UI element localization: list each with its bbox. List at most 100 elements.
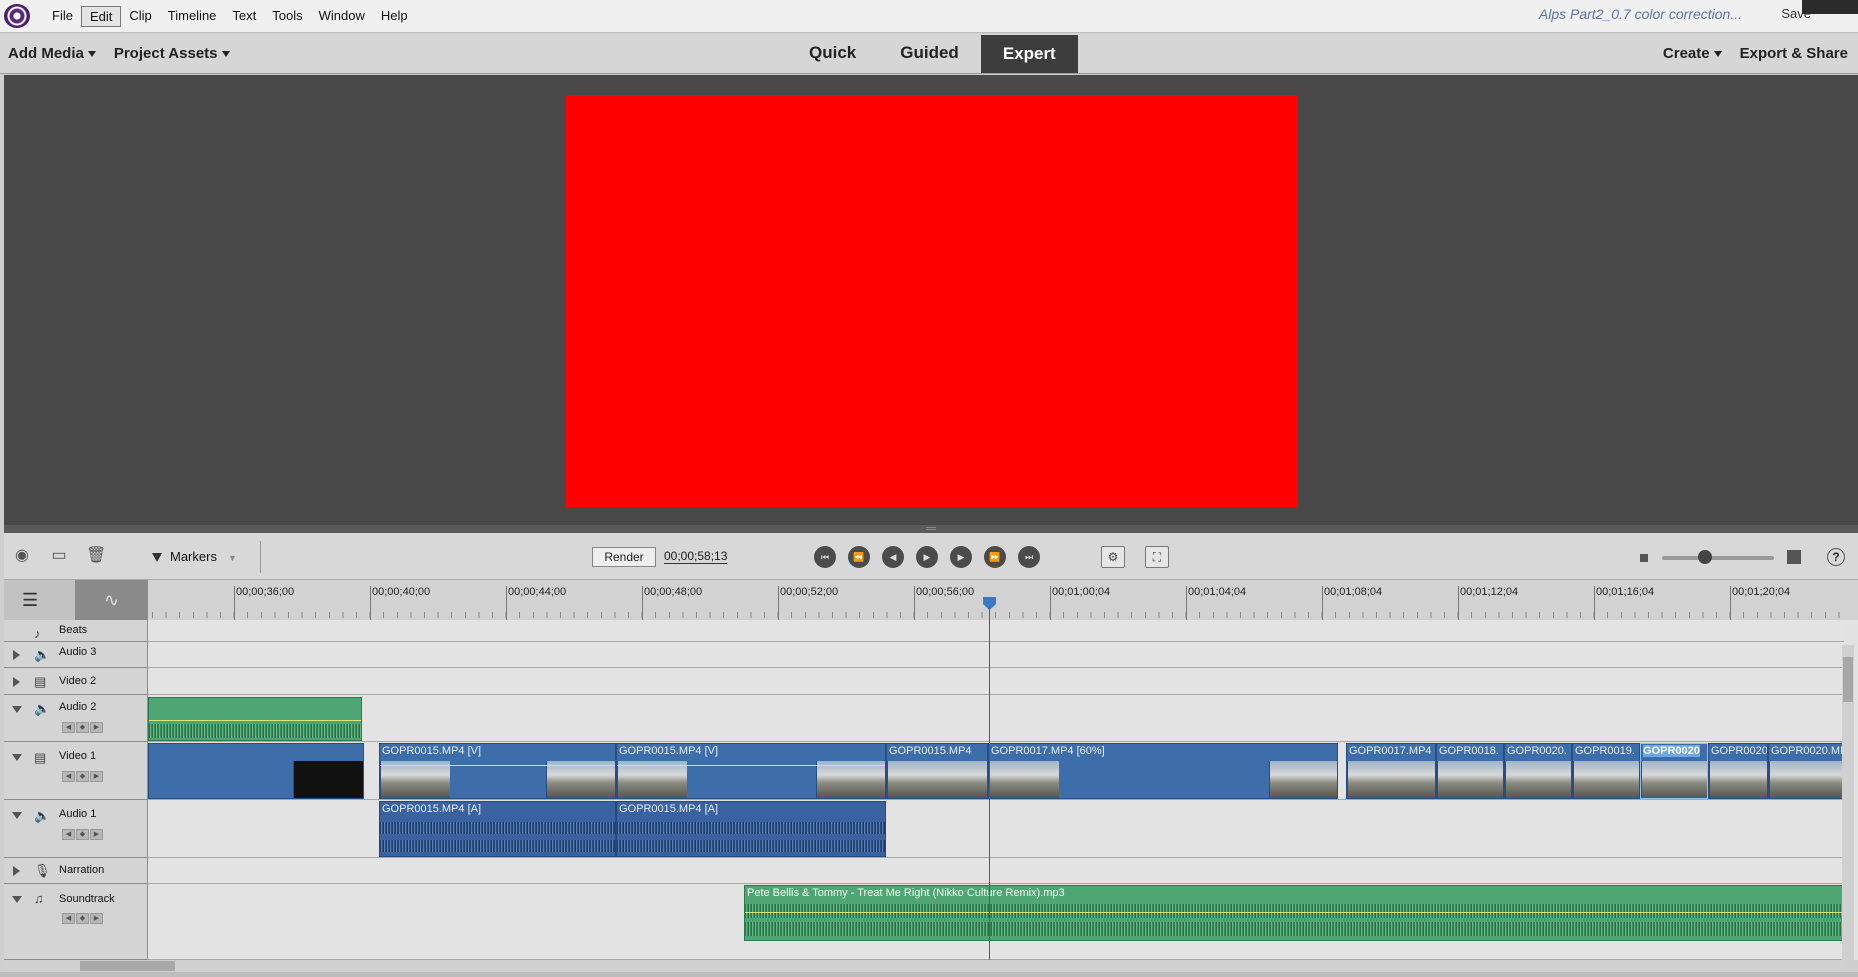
speaker-icon[interactable]: 🔈	[34, 701, 50, 717]
track-label: Audio 2	[59, 701, 97, 713]
camera-icon[interactable]: ◉	[12, 547, 32, 565]
film-icon[interactable]: ▤	[34, 674, 46, 690]
keyframe-controls[interactable]: ◀ ◆ ▶	[62, 829, 103, 840]
collapse-icon[interactable]	[12, 754, 22, 761]
mode-tabs: Quick Guided Expert	[787, 34, 1078, 74]
microphone-icon[interactable]: 🎙	[34, 863, 51, 879]
video-preview[interactable]	[566, 95, 1298, 507]
track-audio2[interactable]	[148, 695, 1844, 742]
step-forward-icon[interactable]: ▶	[950, 546, 972, 568]
track-audio3[interactable]	[148, 642, 1844, 668]
next-edit-icon[interactable]: ⏩	[984, 546, 1006, 568]
fullscreen-icon[interactable]: ⛶	[1145, 546, 1169, 568]
zoom-in-icon[interactable]	[1787, 550, 1801, 564]
audio-clip[interactable]: GOPR0015.MP4 [A]	[379, 801, 616, 857]
render-button[interactable]: Render	[592, 547, 656, 567]
zoom-out-icon[interactable]	[1640, 554, 1648, 562]
playhead[interactable]	[989, 606, 990, 960]
video-clip[interactable]: GOPR0017.MP4 [60%]	[988, 743, 1338, 799]
video-clip[interactable]: GOPR0020.MP4	[1768, 743, 1844, 799]
tab-guided[interactable]: Guided	[878, 34, 981, 72]
play-icon[interactable]: ▶	[916, 546, 938, 568]
expand-icon[interactable]	[13, 677, 20, 687]
video-clip[interactable]: GOPR0020	[1708, 743, 1768, 799]
video-clip-selected[interactable]: GOPR0020	[1640, 743, 1708, 799]
clip-thumbnail	[546, 761, 615, 798]
speaker-icon[interactable]: 🔈	[34, 647, 50, 663]
status-strip	[0, 972, 1858, 977]
minimize-icon[interactable]	[1802, 0, 1830, 14]
audio-waveform-icon[interactable]: ∿	[75, 580, 148, 620]
video-clip[interactable]: GOPR0015.MP4 [V]	[379, 743, 616, 799]
timecode-display[interactable]: 00;00;58;13	[664, 549, 728, 564]
video-clip[interactable]	[148, 743, 364, 799]
previous-edit-icon[interactable]: ⏪	[848, 546, 870, 568]
track-soundtrack[interactable]: Pete Bellis & Tommy - Treat Me Right (Ni…	[148, 884, 1844, 960]
track-video2[interactable]	[148, 668, 1844, 695]
vertical-scrollbar[interactable]	[1842, 645, 1854, 960]
music-note-icon[interactable]: ♫	[34, 891, 44, 906]
track-narration[interactable]	[148, 858, 1844, 884]
menu-file[interactable]: File	[44, 6, 81, 27]
markers-button[interactable]: Markers	[152, 549, 217, 564]
horizontal-scrollbar[interactable]	[4, 960, 1842, 972]
maximize-icon[interactable]	[1830, 0, 1858, 14]
track-header-audio3: 🔈 Audio 3	[4, 642, 148, 668]
timeline-header: ☰ ∿ 00;00;36;00 00;00;40;00 00;00;44;00 …	[4, 580, 1858, 620]
clip-name: GOPR0020.	[1507, 745, 1567, 757]
create-button[interactable]: Create	[1663, 45, 1722, 62]
project-assets-button[interactable]: Project Assets	[114, 45, 230, 62]
expand-icon[interactable]	[13, 650, 20, 660]
go-to-end-icon[interactable]: ⏭	[1018, 546, 1040, 568]
scrollbar-thumb[interactable]	[1843, 657, 1853, 702]
menu-text[interactable]: Text	[224, 6, 264, 27]
expand-icon[interactable]	[13, 866, 20, 876]
soundtrack-clip[interactable]: Pete Bellis & Tommy - Treat Me Right (Ni…	[744, 885, 1844, 941]
video-clip[interactable]: GOPR0015.MP4 [V]	[616, 743, 886, 799]
tab-expert[interactable]: Expert	[980, 35, 1078, 73]
collapse-icon[interactable]	[12, 706, 22, 713]
export-share-button[interactable]: Export & Share	[1740, 45, 1848, 62]
step-back-icon[interactable]: ◀	[882, 546, 904, 568]
add-media-button[interactable]: Add Media	[8, 45, 96, 62]
menu-timeline[interactable]: Timeline	[160, 6, 225, 27]
chevron-down-icon[interactable]: ▼	[228, 553, 237, 563]
speaker-icon[interactable]: 🔈	[34, 808, 50, 824]
video-clip[interactable]: GOPR0017.MP4	[1346, 743, 1436, 799]
zoom-slider[interactable]	[1662, 556, 1774, 560]
track-video1[interactable]: GOPR0015.MP4 [V] GOPR0015.MP4 [V] GOPR00…	[148, 742, 1844, 800]
menu-edit[interactable]: Edit	[80, 6, 122, 27]
help-icon[interactable]: ?	[1827, 548, 1845, 566]
keyframe-controls[interactable]: ◀ ◆ ▶	[62, 913, 103, 924]
collapse-icon[interactable]	[12, 812, 22, 819]
track-beats[interactable]	[148, 620, 1844, 642]
time-ruler[interactable]: 00;00;36;00 00;00;40;00 00;00;44;00 00;0…	[152, 580, 1844, 620]
menu-tools[interactable]: Tools	[264, 6, 310, 27]
video-clip[interactable]: GOPR0018.	[1436, 743, 1504, 799]
audio-clip[interactable]	[148, 697, 362, 741]
menu-clip[interactable]: Clip	[121, 6, 159, 27]
video-clip[interactable]: GOPR0019.	[1572, 743, 1640, 799]
music-note-icon: ♪	[34, 626, 41, 641]
freeze-frame-icon[interactable]: ▭	[49, 547, 69, 565]
audio-clip[interactable]: GOPR0015.MP4 [A]	[616, 801, 886, 857]
settings-icon[interactable]: ⚙	[1101, 546, 1125, 568]
menu-window[interactable]: Window	[311, 6, 373, 27]
zoom-slider-handle[interactable]	[1698, 550, 1712, 564]
clip-name: GOPR0020	[1711, 745, 1768, 757]
track-audio1[interactable]: GOPR0015.MP4 [A] GOPR0015.MP4 [A]	[148, 800, 1844, 858]
go-to-start-icon[interactable]: ⏮	[814, 546, 836, 568]
waveform	[380, 822, 615, 834]
tab-quick[interactable]: Quick	[787, 34, 878, 72]
keyframe-controls[interactable]: ◀ ◆ ▶	[62, 771, 103, 782]
collapse-icon[interactable]	[12, 896, 22, 903]
trash-icon[interactable]: 🗑	[86, 547, 106, 565]
menu-help[interactable]: Help	[373, 6, 416, 27]
scrollbar-thumb[interactable]	[80, 961, 175, 971]
keyframe-controls[interactable]: ◀ ◆ ▶	[62, 722, 103, 733]
video-clip[interactable]: GOPR0020.	[1504, 743, 1572, 799]
panel-resizer[interactable]	[4, 525, 1858, 533]
film-icon[interactable]: ▤	[34, 750, 46, 766]
video-clip[interactable]: GOPR0015.MP4	[886, 743, 988, 799]
track-options-icon[interactable]: ☰	[22, 590, 38, 611]
